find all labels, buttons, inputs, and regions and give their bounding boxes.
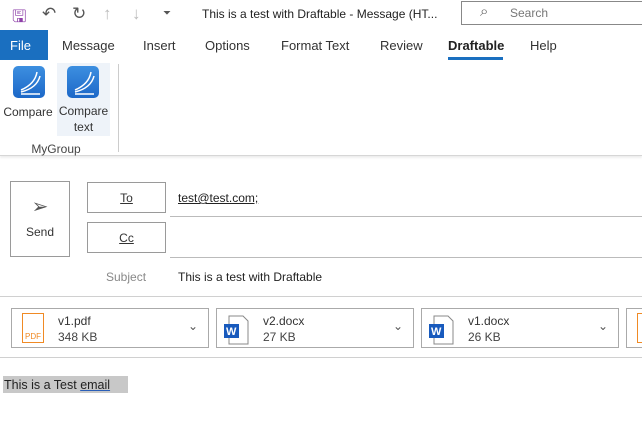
to-field-underline[interactable]: [170, 216, 642, 217]
down-arrow-icon[interactable]: ↓: [132, 4, 141, 24]
window-title: This is a test with Draftable - Message …: [202, 7, 438, 21]
tab-message[interactable]: Message: [62, 38, 115, 53]
attachment-v1-pdf[interactable]: PDF v1.pdf 348 KB ⌄: [11, 308, 209, 348]
send-icon: ➢: [31, 196, 49, 218]
compare-text-button[interactable]: Compare text: [57, 63, 110, 136]
pdf-icon: [637, 313, 642, 343]
attachment-size: 26 KB: [468, 330, 501, 344]
group-label: MyGroup: [31, 142, 81, 156]
attachment-name: v1.docx: [468, 314, 510, 328]
chevron-down-icon[interactable]: ⌄: [598, 319, 608, 333]
attachment-partial[interactable]: [626, 308, 642, 348]
svg-text:W: W: [226, 326, 237, 338]
attachment-size: 27 KB: [263, 330, 296, 344]
tab-review[interactable]: Review: [380, 38, 423, 53]
tab-options[interactable]: Options: [205, 38, 250, 53]
pdf-icon: PDF: [22, 313, 44, 343]
send-label: Send: [25, 225, 55, 239]
search-icon: ⌕: [480, 3, 489, 20]
compare-button[interactable]: Compare: [2, 64, 54, 126]
cc-field[interactable]: [170, 257, 642, 258]
customize-toolbar-icon[interactable]: ⏷: [163, 8, 171, 19]
compare-label: Compare: [3, 105, 53, 119]
attachment-v2-docx[interactable]: W v2.docx 27 KB ⌄: [216, 308, 414, 348]
svg-text:W: W: [431, 326, 442, 338]
divider: [0, 296, 642, 297]
search-box[interactable]: ⌕ Search: [461, 1, 642, 25]
tab-format-text[interactable]: Format Text: [281, 38, 349, 53]
chevron-down-icon[interactable]: ⌄: [393, 319, 403, 333]
body-text-email: email: [80, 378, 111, 392]
subject-field[interactable]: This is a test with Draftable: [178, 270, 322, 284]
search-placeholder: Search: [510, 6, 549, 20]
ribbon: Compare Compare text MyGroup: [0, 60, 642, 156]
attachment-name: v1.pdf: [58, 314, 91, 328]
to-recipient[interactable]: test@test.com;: [178, 191, 258, 205]
save-icon[interactable]: 🖫: [12, 4, 26, 33]
compare-text-label-1: Compare: [58, 104, 109, 118]
body-text: This is a Test: [4, 378, 81, 392]
draftable-icon: [67, 66, 99, 98]
group-divider: [118, 64, 119, 152]
up-arrow-icon[interactable]: ↑: [103, 4, 112, 24]
tab-insert[interactable]: Insert: [143, 38, 176, 53]
to-button[interactable]: To: [87, 182, 166, 213]
undo-icon[interactable]: ↶: [42, 4, 56, 24]
cc-button[interactable]: Cc: [87, 222, 166, 253]
word-icon: W: [224, 315, 249, 345]
divider: [0, 357, 642, 358]
draftable-icon: [13, 66, 45, 98]
attachment-name: v2.docx: [263, 314, 305, 328]
subject-label: Subject: [106, 270, 147, 284]
attachment-size: 348 KB: [58, 330, 98, 344]
tab-file[interactable]: File: [0, 30, 48, 60]
title-bar: 🖫 ↶ ↻ ↑ ↓ ⏷ This is a test with Draftabl…: [0, 0, 642, 30]
send-button[interactable]: ➢ Send: [10, 181, 70, 257]
chevron-down-icon[interactable]: ⌄: [188, 319, 198, 333]
word-icon: W: [429, 315, 454, 345]
message-body[interactable]: This is a Test email: [3, 376, 128, 393]
tab-help[interactable]: Help: [530, 38, 557, 53]
tab-draftable[interactable]: Draftable: [448, 38, 504, 53]
attachment-v1-docx[interactable]: W v1.docx 26 KB ⌄: [421, 308, 619, 348]
compare-text-label-2: text: [73, 120, 94, 134]
redo-icon[interactable]: ↻: [72, 4, 86, 24]
